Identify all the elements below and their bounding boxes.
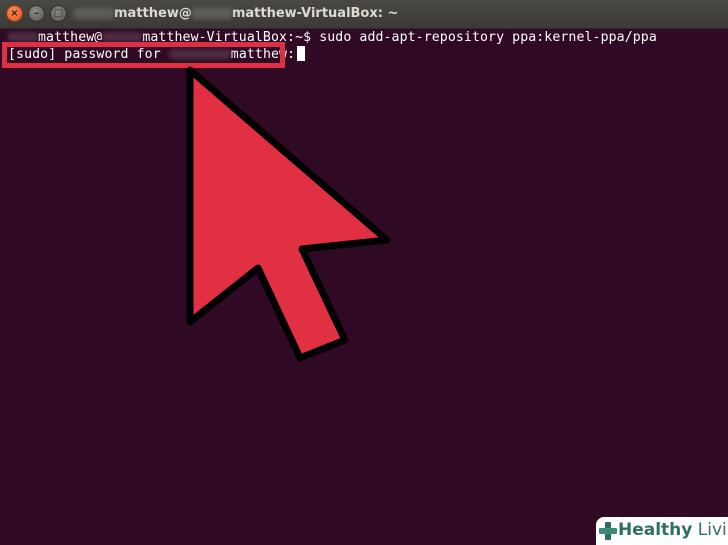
- healthy-living-logo: Healthy Living: [596, 517, 728, 545]
- healthy-living-plus-icon: [599, 522, 617, 540]
- logo-word-2: Living: [697, 520, 728, 540]
- logo-word-1: Healthy: [618, 520, 693, 540]
- pointer-arrow-shape: [186, 66, 391, 362]
- pointer-arrow-icon: [186, 66, 391, 362]
- logo-text: Healthy Living: [618, 520, 728, 540]
